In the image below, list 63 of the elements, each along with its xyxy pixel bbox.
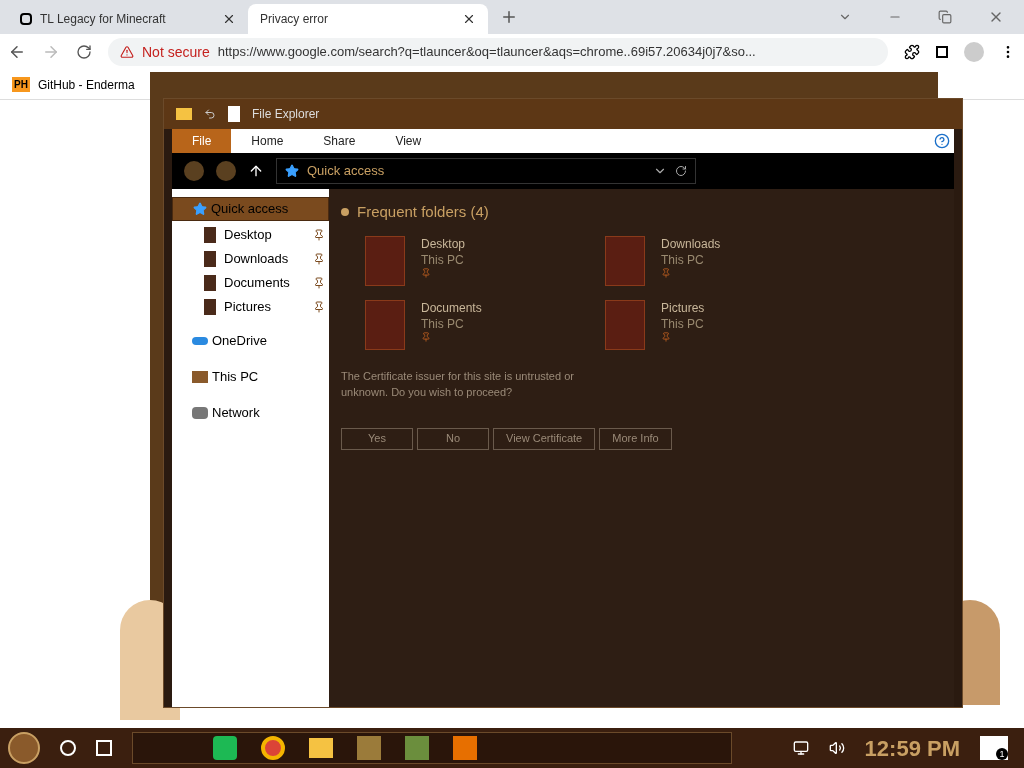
folder-icon — [605, 299, 645, 350]
bullet-icon — [341, 208, 349, 217]
close-icon[interactable] — [462, 12, 476, 26]
dialog-button[interactable]: Yes — [341, 427, 413, 450]
refresh-icon[interactable] — [675, 165, 687, 177]
nav-item[interactable]: This PC — [172, 365, 329, 389]
puzzle-icon[interactable] — [904, 44, 920, 60]
ribbon-tab[interactable]: File — [172, 129, 232, 153]
pin-icon — [661, 267, 671, 278]
folder-icon — [365, 235, 405, 286]
browser-tab[interactable]: TL Legacy for Minecraft — [8, 4, 248, 34]
folder-icon — [204, 299, 216, 315]
dialog-button[interactable]: View Certificate — [493, 427, 596, 450]
pin-icon — [421, 331, 431, 342]
security-label: Not secure — [142, 42, 210, 62]
folder-icon — [176, 108, 192, 120]
speaker-icon[interactable] — [828, 740, 845, 756]
folder-tile[interactable]: Pictures This PC — [605, 299, 845, 352]
folder-icon — [204, 227, 216, 243]
new-tab-icon[interactable] — [500, 8, 518, 26]
ribbon-tab[interactable]: Home — [231, 129, 304, 153]
close-icon[interactable] — [222, 12, 236, 26]
pin-icon — [661, 331, 671, 342]
clock-time[interactable]: 12:59 PM — [864, 731, 960, 765]
nav-item[interactable]: Documents — [172, 273, 329, 293]
ribbon-tab[interactable]: Share — [303, 129, 376, 153]
dialog-message: The Certificate issuer for this site is untrusted or unknown. Do you wish to proceed? — [341, 369, 574, 398]
pin-icon — [421, 267, 431, 278]
dialog-button[interactable]: More Info — [599, 427, 672, 450]
back-icon[interactable] — [8, 43, 26, 61]
folder-tile[interactable]: Downloads This PC — [605, 235, 845, 288]
star-icon — [285, 164, 299, 178]
url-text: https://www.google.com/search?q=tlauncer&oq=tlauncer&aqs=chrome..69i57.20634j0j7&so... — [217, 43, 756, 62]
star-icon — [193, 202, 207, 216]
task-view-icon[interactable] — [96, 740, 112, 756]
sidebar-icon[interactable] — [936, 46, 948, 58]
restore-icon[interactable] — [938, 10, 952, 24]
address-field[interactable]: Not secure https://www.google.com/search?q=tlauncer&oq=tlauncer&aqs=chrome..69i57.20634j0j7&so... — [108, 38, 888, 66]
nav-item[interactable]: Desktop — [172, 225, 329, 245]
folder-icon — [204, 251, 216, 267]
dialog-button[interactable]: No — [417, 427, 489, 450]
folder-tile[interactable]: Desktop This PC — [365, 235, 605, 288]
nav-item[interactable]: Downloads — [172, 249, 329, 269]
cube-icon — [20, 13, 32, 25]
notification-button[interactable]: 1 — [980, 736, 1008, 760]
nav-item[interactable]: Network — [172, 401, 329, 425]
bookmark[interactable]: PH GitHub - Enderma — [12, 75, 135, 94]
window-title: File Explorer — [252, 106, 320, 123]
folder-icon — [365, 299, 405, 350]
ribbon-tab[interactable]: View — [375, 129, 442, 153]
cloud-icon — [192, 337, 208, 345]
warning-icon — [120, 45, 134, 59]
reload-icon[interactable] — [76, 44, 92, 60]
folder-icon — [204, 275, 216, 291]
folder-tile[interactable]: Documents This PC — [365, 299, 605, 352]
section-heading: Frequent folders (4) — [357, 202, 489, 222]
undo-icon[interactable] — [204, 108, 216, 120]
folder-icon — [605, 235, 645, 286]
help-icon[interactable] — [934, 133, 950, 149]
nav-item[interactable]: Pictures — [172, 297, 329, 317]
nav-item[interactable]: OneDrive — [172, 329, 329, 353]
browser-tab[interactable]: Privacy error — [248, 4, 488, 34]
location-field[interactable]: Quick access — [276, 158, 696, 184]
